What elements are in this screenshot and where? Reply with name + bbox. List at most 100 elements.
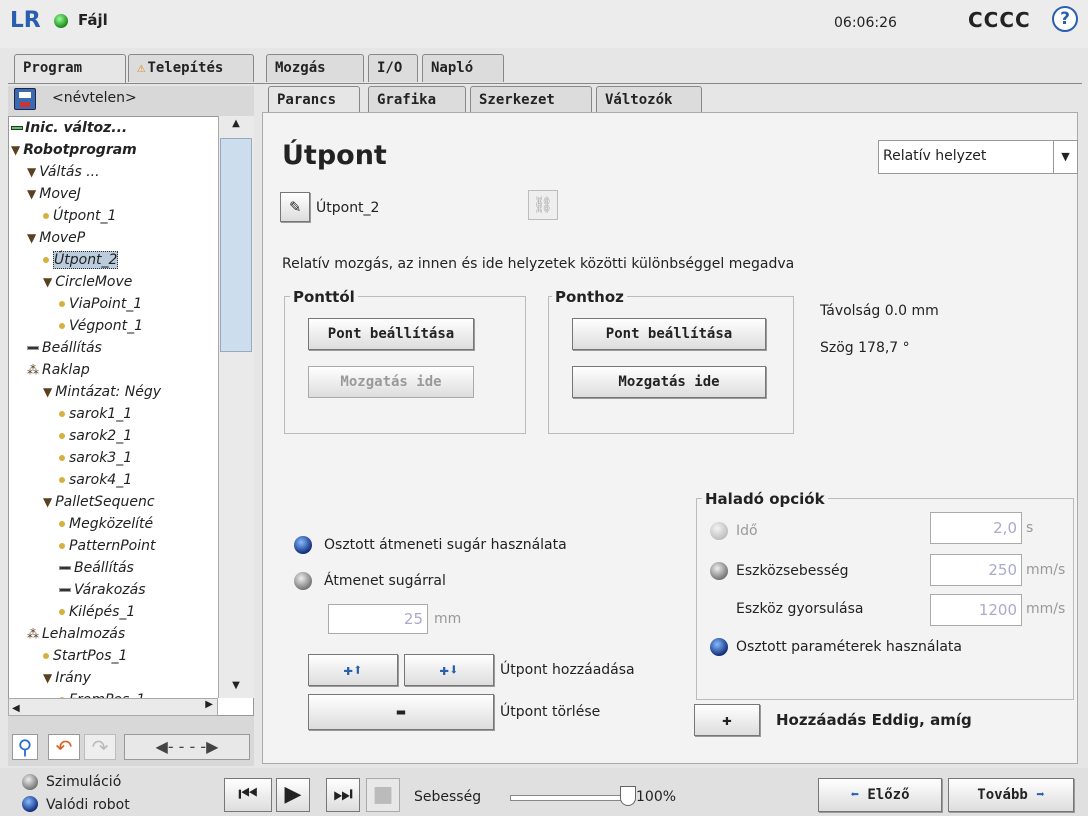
tree-item[interactable]: Inic. változ...: [11, 117, 127, 139]
tree-item-label: ViaPoint_1: [69, 296, 143, 312]
tree-item[interactable]: Végpont_1: [59, 315, 143, 337]
command-icon: [59, 588, 71, 592]
real-robot-radio[interactable]: [22, 796, 38, 812]
tree-item[interactable]: Útpont_1: [43, 205, 116, 227]
add-until-button[interactable]: ✚: [694, 704, 760, 736]
tree-item[interactable]: Beállítás: [59, 557, 134, 579]
simulation-radio[interactable]: [22, 774, 38, 790]
tree-item[interactable]: ▼ Mintázat: Négy: [43, 381, 161, 403]
tab-log[interactable]: Napló: [422, 54, 504, 82]
tree-item[interactable]: ▼ MoveJ: [27, 183, 81, 205]
tree-item-label: PatternPoint: [69, 538, 156, 554]
time-label: Idő: [736, 523, 758, 539]
expand-icon: ▼: [27, 187, 37, 201]
undo-icon[interactable]: ↶: [48, 734, 80, 760]
subtab-variables[interactable]: Változók: [596, 86, 702, 114]
play-icon: ▶: [284, 782, 302, 807]
save-icon[interactable]: [14, 88, 36, 110]
speed-slider[interactable]: [510, 795, 628, 801]
edit-name-button[interactable]: ✎: [280, 192, 310, 222]
tree-item-label: StartPos_1: [53, 648, 128, 664]
scroll-up-icon[interactable]: ▲: [222, 118, 250, 136]
redo-icon[interactable]: ↷: [84, 734, 116, 760]
program-name: <névtelen>: [52, 90, 137, 106]
next-button[interactable]: Tovább ➡: [948, 778, 1074, 812]
tree-item[interactable]: ▼ PalletSequenc: [43, 491, 155, 513]
skip-back-button[interactable]: ⏮: [224, 778, 272, 812]
to-move-here-button[interactable]: Mozgatás ide: [572, 366, 766, 398]
add-after-button[interactable]: ✚⬇: [404, 654, 494, 686]
tree-item[interactable]: Kilépés_1: [59, 601, 135, 623]
link-icon[interactable]: ⛓: [528, 190, 558, 220]
tree-item[interactable]: ⁂ Raklap: [27, 359, 90, 381]
tree-item[interactable]: ViaPoint_1: [59, 293, 142, 315]
waypoint-icon: [59, 411, 65, 417]
tab-label: Grafika: [377, 92, 437, 108]
tree-item-label: Végpont_1: [69, 318, 143, 334]
tab-installation[interactable]: ⚠ Telepítés: [128, 54, 254, 82]
waypoint-icon: [59, 609, 65, 615]
tree-item-label: Inic. változ...: [25, 120, 128, 136]
help-icon[interactable]: ?: [1052, 6, 1078, 32]
tree-item[interactable]: ▼ MoveP: [27, 227, 85, 249]
tree-item[interactable]: sarok1_1: [59, 403, 132, 425]
speed-slider-thumb[interactable]: [620, 786, 636, 806]
search-icon[interactable]: ⚲: [12, 734, 38, 760]
waypoint-name: Útpont_2: [316, 200, 380, 216]
blend-radius-field[interactable]: 25: [328, 604, 428, 634]
tab-program[interactable]: Program: [14, 54, 126, 84]
collapse-arrows-icon[interactable]: ◀- - - -▶: [124, 734, 250, 760]
stop-button[interactable]: ■: [366, 778, 400, 812]
tool-speed-radio[interactable]: [710, 562, 728, 580]
tree-item[interactable]: ▼ Váltás ...: [27, 161, 100, 183]
tab-move[interactable]: Mozgás: [266, 54, 364, 82]
status-icon: [54, 14, 68, 28]
tree-item[interactable]: ⁂ Lehalmozás: [27, 623, 125, 645]
tree-item[interactable]: ▼ CircleMove: [43, 271, 132, 293]
delete-waypoint-button[interactable]: ▬: [308, 694, 494, 730]
blend-radius-radio[interactable]: [294, 572, 312, 590]
scroll-down-icon[interactable]: ▼: [222, 680, 250, 698]
speed-value: 100%: [636, 789, 677, 805]
scroll-right-icon[interactable]: ▶: [205, 699, 213, 710]
from-set-point-button[interactable]: Pont beállítása: [308, 318, 474, 350]
to-set-point-button[interactable]: Pont beállítása: [572, 318, 766, 350]
file-menu[interactable]: Fájl: [78, 11, 108, 29]
tree-item[interactable]: ▼ Irány: [43, 667, 91, 689]
tree-item-label: Várakozás: [74, 582, 146, 598]
tree-item[interactable]: Beállítás: [27, 337, 102, 359]
subtab-graphics[interactable]: Grafika: [368, 86, 466, 114]
time-field[interactable]: 2,0: [930, 512, 1022, 544]
shared-blend-radio[interactable]: [294, 536, 312, 554]
tab-io[interactable]: I/O: [368, 54, 418, 82]
tool-speed-field[interactable]: 250: [930, 554, 1022, 586]
tree-item[interactable]: sarok4_1: [59, 469, 132, 491]
subtab-structure[interactable]: Szerkezet: [470, 86, 592, 114]
tool-accel-field[interactable]: 1200: [930, 594, 1022, 626]
position-mode-select[interactable]: Relatív helyzet ▼: [878, 140, 1078, 174]
tree-item[interactable]: sarok2_1: [59, 425, 132, 447]
prev-button[interactable]: ⬅ Előző: [818, 778, 942, 812]
tree-item[interactable]: Várakozás: [59, 579, 146, 601]
tree-item[interactable]: Útpont_2: [43, 249, 119, 271]
tree-item[interactable]: StartPos_1: [43, 645, 127, 667]
add-waypoint-label: Útpont hozzáadása: [500, 662, 635, 678]
scroll-left-icon[interactable]: ◀: [12, 703, 20, 714]
time-radio[interactable]: [710, 522, 728, 540]
step-button[interactable]: ⏭: [326, 778, 360, 812]
from-group-title: Ponttól: [290, 288, 358, 306]
add-before-button[interactable]: ✚⬆: [308, 654, 398, 686]
tree-item[interactable]: Megközelíté: [59, 513, 153, 535]
plus-icon: ✚: [722, 710, 732, 729]
tree-item[interactable]: PatternPoint: [59, 535, 156, 557]
tree-item[interactable]: ▼ Robotprogram: [11, 139, 137, 161]
tree-item-label: Mintázat: Négy: [55, 384, 161, 400]
from-move-here-button[interactable]: Mozgatás ide: [308, 366, 474, 398]
play-button[interactable]: ▶: [276, 778, 310, 812]
shared-params-radio[interactable]: [710, 638, 728, 656]
tree-scroll-thumb[interactable]: [220, 138, 252, 352]
tree-item-label: sarok3_1: [69, 450, 133, 466]
tree-item[interactable]: sarok3_1: [59, 447, 132, 469]
tree-hscrollbar[interactable]: ◀ ▶: [8, 698, 218, 716]
time-unit: s: [1026, 520, 1034, 536]
